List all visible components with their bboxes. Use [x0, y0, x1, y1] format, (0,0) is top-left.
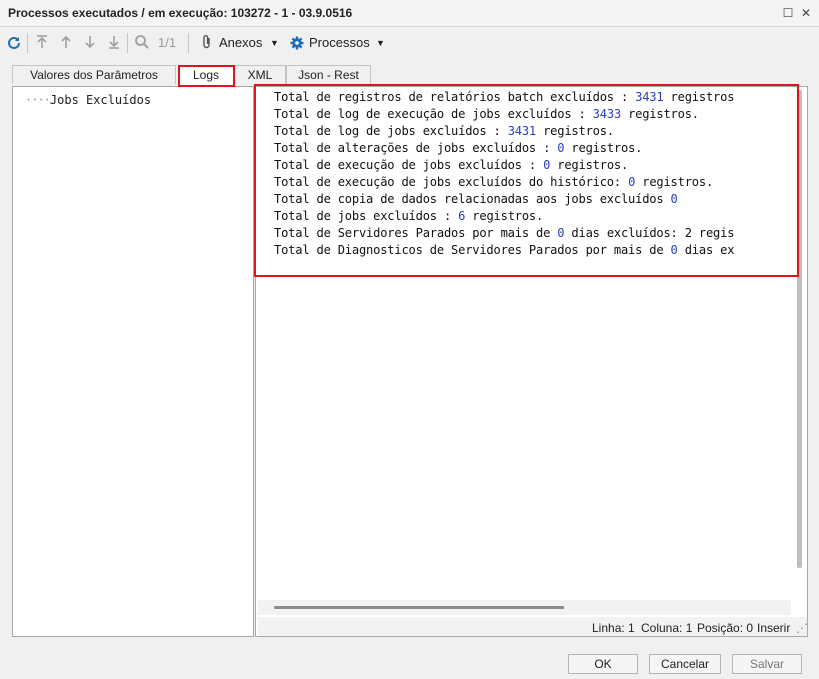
cancel-button[interactable]: Cancelar: [649, 654, 721, 674]
chevron-down-icon[interactable]: ▼: [270, 38, 279, 48]
tree-panel: ····Jobs Excluídos: [12, 86, 254, 637]
log-line: Total de registros de relatórios batch e…: [274, 90, 734, 104]
log-line: Total de log de jobs excluídos : 3431 re…: [274, 124, 614, 138]
toolbar-separator: [127, 33, 128, 53]
log-text: Total de registros de relatórios batch e…: [274, 90, 636, 104]
log-line: Total de alterações de jobs excluídos : …: [274, 141, 642, 155]
toolbar-separator: [27, 33, 28, 53]
last-record-icon[interactable]: [105, 34, 123, 52]
toolbar-separator: [188, 33, 189, 53]
status-position: Posição: 0: [697, 621, 754, 635]
log-text: registros.: [550, 158, 629, 172]
log-text: Total de copia de dados relacionadas aos…: [274, 192, 671, 206]
log-number: 0: [670, 243, 678, 257]
close-icon[interactable]: ✕: [798, 4, 814, 22]
log-text: registros.: [620, 107, 699, 121]
anexos-menu[interactable]: Anexos: [219, 35, 262, 50]
log-text: Total de jobs excluídos :: [274, 209, 459, 223]
vertical-scrollbar[interactable]: [797, 90, 802, 568]
title-bar: Processos executados / em execução: 1032…: [0, 0, 819, 27]
log-text: Total de alterações de jobs excluídos :: [274, 141, 558, 155]
status-bar: Linha: 1 Coluna: 1 Posição: 0 Inserir ⋰: [258, 617, 808, 636]
log-line: Total de copia de dados relacionadas aos…: [274, 192, 678, 206]
log-text: Total de execução de jobs excluídos :: [274, 158, 544, 172]
log-text: Total de Servidores Parados por mais de: [274, 226, 558, 240]
log-text: Total de log de jobs excluídos :: [274, 124, 508, 138]
window-title: Processos executados / em execução: 1032…: [8, 6, 353, 20]
log-text: Total de execução de jobs excluídos do h…: [274, 175, 629, 189]
maximize-icon[interactable]: ☐: [780, 4, 796, 22]
status-line: Linha: 1: [592, 621, 635, 635]
tree-connector: ····: [25, 93, 51, 107]
next-record-icon[interactable]: [81, 34, 99, 52]
previous-record-icon[interactable]: [57, 34, 75, 52]
tab-json-rest[interactable]: Json - Rest: [286, 65, 371, 84]
log-line: Total de execução de jobs excluídos : 0 …: [274, 158, 628, 172]
log-number: 3433: [592, 107, 622, 121]
save-button[interactable]: Salvar: [732, 654, 802, 674]
chevron-down-icon[interactable]: ▼: [376, 38, 385, 48]
log-line: Total de Diagnosticos de Servidores Para…: [274, 243, 734, 257]
tab-xml[interactable]: XML: [234, 65, 286, 84]
log-text: registros.: [564, 141, 643, 155]
gear-icon[interactable]: [288, 34, 306, 52]
pagination-indicator: 1/1: [158, 35, 177, 50]
tree-item-label: Jobs Excluídos: [49, 93, 152, 107]
log-text: registros.: [635, 175, 714, 189]
horizontal-scrollbar[interactable]: [274, 606, 564, 609]
toolbar: 1/1 Anexos ▼ Processos ▼: [0, 28, 819, 58]
refresh-icon[interactable]: [5, 34, 23, 52]
status-column: Coluna: 1: [641, 621, 693, 635]
tab-logs[interactable]: Logs: [178, 65, 234, 86]
log-text: registros: [663, 90, 735, 104]
log-text: dias excluídos: 2 regis: [564, 226, 735, 240]
search-icon[interactable]: [133, 34, 151, 52]
ok-button[interactable]: OK: [568, 654, 638, 674]
log-editor[interactable]: Total de registros de relatórios batch e…: [255, 86, 808, 637]
log-line: Total de Servidores Parados por mais de …: [274, 226, 734, 240]
processos-menu[interactable]: Processos: [309, 35, 370, 50]
log-line: Total de jobs excluídos : 6 registros.: [274, 209, 543, 223]
log-text: Total de Diagnosticos de Servidores Para…: [274, 243, 671, 257]
tree-item-jobs-excluidos[interactable]: ····Jobs Excluídos: [25, 93, 151, 107]
log-text: registros.: [536, 124, 614, 138]
log-number: 3431: [507, 124, 537, 138]
log-text: Total de log de execução de jobs excluíd…: [274, 107, 593, 121]
log-text: dias ex: [677, 243, 735, 257]
log-line: Total de log de execução de jobs excluíd…: [274, 107, 699, 121]
resize-grip-icon: ⋰: [796, 621, 808, 635]
log-text: registros.: [465, 209, 544, 223]
paperclip-icon[interactable]: [198, 34, 216, 52]
first-record-icon[interactable]: [33, 34, 51, 52]
log-line: Total de execução de jobs excluídos do h…: [274, 175, 713, 189]
log-number: 0: [670, 192, 678, 206]
status-mode: Inserir: [757, 621, 791, 635]
log-number: 3431: [635, 90, 664, 104]
tab-valores-parametros[interactable]: Valores dos Parâmetros: [12, 65, 176, 84]
